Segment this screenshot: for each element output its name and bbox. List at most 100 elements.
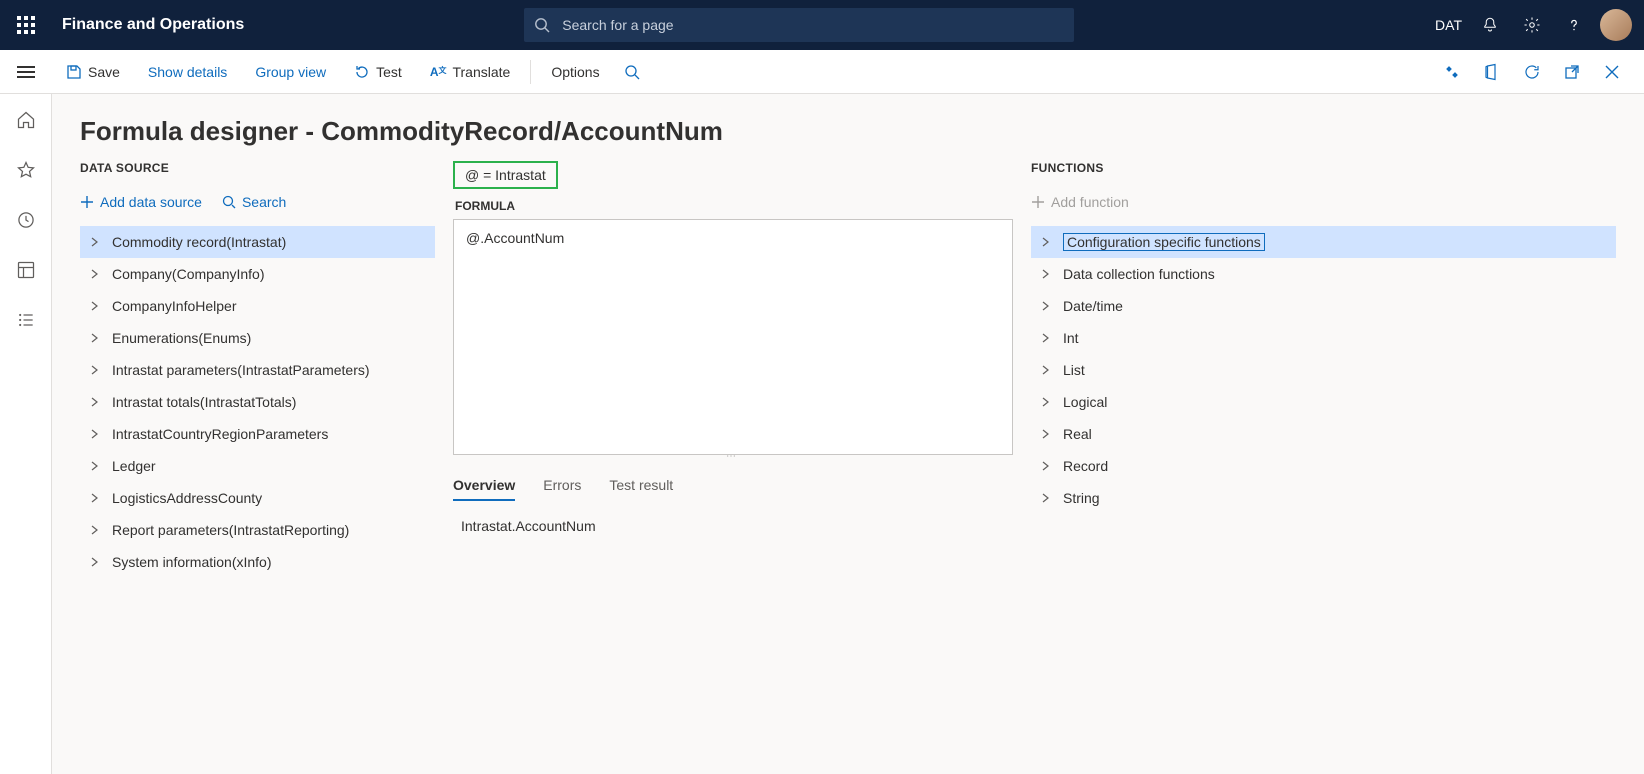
refresh-button[interactable]: [1514, 54, 1550, 90]
function-category-label: Logical: [1063, 394, 1107, 410]
add-datasource-button[interactable]: Add data source: [80, 194, 202, 210]
functions-toolbar: Add function: [1031, 189, 1616, 215]
translate-label: Translate: [452, 64, 510, 80]
function-category-item[interactable]: Real: [1031, 418, 1616, 450]
close-button[interactable]: [1594, 54, 1630, 90]
test-button[interactable]: Test: [340, 50, 416, 93]
expand-caret-icon: [90, 557, 100, 567]
rail-home[interactable]: [14, 108, 38, 132]
datasource-item[interactable]: System information(xInfo): [80, 546, 435, 578]
expand-caret-icon: [90, 461, 100, 471]
tab-errors-label: Errors: [543, 477, 581, 493]
datasource-item[interactable]: Enumerations(Enums): [80, 322, 435, 354]
group-view-label: Group view: [255, 64, 326, 80]
rail-modules[interactable]: [14, 308, 38, 332]
group-view-button[interactable]: Group view: [241, 50, 340, 93]
add-function-button: Add function: [1031, 194, 1129, 210]
function-category-label: Int: [1063, 330, 1079, 346]
result-tabs: Overview Errors Test result: [453, 477, 1013, 502]
user-avatar[interactable]: [1600, 9, 1632, 41]
add-function-label: Add function: [1051, 194, 1129, 210]
expand-caret-icon: [1041, 237, 1051, 247]
datasource-item[interactable]: Company(CompanyInfo): [80, 258, 435, 290]
find-button[interactable]: [614, 50, 650, 93]
datasource-item-label: Intrastat parameters(IntrastatParameters…: [112, 362, 370, 378]
expand-caret-icon: [90, 397, 100, 407]
waffle-icon: [17, 16, 35, 34]
command-bar: Save Show details Group view Test A文 Tra…: [0, 50, 1644, 94]
function-category-label: Record: [1063, 458, 1108, 474]
datasource-toolbar: Add data source Search: [80, 189, 435, 215]
rail-favorites[interactable]: [14, 158, 38, 182]
global-search-input[interactable]: [560, 16, 1064, 34]
question-icon: [1565, 16, 1583, 34]
home-icon: [16, 110, 36, 130]
function-category-label: List: [1063, 362, 1085, 378]
open-new-window-button[interactable]: [1554, 54, 1590, 90]
command-bar-right: [1434, 54, 1636, 90]
show-details-label: Show details: [148, 64, 227, 80]
datasource-item[interactable]: IntrastatCountryRegionParameters: [80, 418, 435, 450]
datasource-item[interactable]: Intrastat totals(IntrastatTotals): [80, 386, 435, 418]
tab-test-result[interactable]: Test result: [609, 477, 673, 501]
test-label: Test: [376, 64, 402, 80]
datasource-item[interactable]: CompanyInfoHelper: [80, 290, 435, 322]
settings-button[interactable]: [1512, 5, 1552, 45]
options-button[interactable]: Options: [537, 50, 613, 93]
rail-recent[interactable]: [14, 208, 38, 232]
function-category-item[interactable]: Int: [1031, 322, 1616, 354]
expand-caret-icon: [1041, 461, 1051, 471]
rail-workspaces[interactable]: [14, 258, 38, 282]
datasource-panel: DATA SOURCE Add data source Search Commo…: [80, 161, 435, 774]
plus-icon: [1031, 195, 1045, 209]
show-details-button[interactable]: Show details: [134, 50, 241, 93]
global-search[interactable]: [524, 8, 1074, 42]
tab-errors[interactable]: Errors: [543, 477, 581, 501]
nav-toggle-button[interactable]: [0, 50, 52, 93]
datasource-search-button[interactable]: Search: [222, 194, 286, 210]
expand-caret-icon: [1041, 269, 1051, 279]
formula-editor[interactable]: @.AccountNum: [453, 219, 1013, 455]
search-icon: [624, 64, 640, 80]
datasource-item-label: IntrastatCountryRegionParameters: [112, 426, 328, 442]
function-category-item[interactable]: Configuration specific functions: [1031, 226, 1616, 258]
help-button[interactable]: [1554, 5, 1594, 45]
formula-panel: @ = Intrastat FORMULA @.AccountNum ⋯ Ove…: [453, 161, 1013, 774]
datasource-item[interactable]: LogisticsAddressCounty: [80, 482, 435, 514]
popout-icon: [1564, 64, 1580, 80]
app-launcher-button[interactable]: [8, 7, 44, 43]
datasource-item-label: Report parameters(IntrastatReporting): [112, 522, 349, 538]
expand-caret-icon: [1041, 301, 1051, 311]
global-header: Finance and Operations DAT: [0, 0, 1644, 50]
function-category-item[interactable]: Data collection functions: [1031, 258, 1616, 290]
office-icon: [1483, 63, 1501, 81]
datasource-item[interactable]: Report parameters(IntrastatReporting): [80, 514, 435, 546]
formula-text: @.AccountNum: [466, 230, 564, 246]
datasource-item[interactable]: Intrastat parameters(IntrastatParameters…: [80, 354, 435, 386]
function-category-item[interactable]: Record: [1031, 450, 1616, 482]
function-category-item[interactable]: String: [1031, 482, 1616, 514]
tab-overview[interactable]: Overview: [453, 477, 515, 501]
formula-label: FORMULA: [455, 199, 1013, 213]
notifications-button[interactable]: [1470, 5, 1510, 45]
save-icon: [66, 64, 82, 80]
personalize-button[interactable]: [1434, 54, 1470, 90]
function-category-item[interactable]: List: [1031, 354, 1616, 386]
expand-caret-icon: [90, 493, 100, 503]
company-indicator[interactable]: DAT: [1435, 17, 1462, 33]
function-category-label: Real: [1063, 426, 1092, 442]
translate-button[interactable]: A文 Translate: [416, 50, 525, 93]
tab-overview-label: Overview: [453, 477, 515, 493]
datasource-item[interactable]: Commodity record(Intrastat): [80, 226, 435, 258]
function-category-item[interactable]: Date/time: [1031, 290, 1616, 322]
function-category-item[interactable]: Logical: [1031, 386, 1616, 418]
refresh-icon: [1523, 63, 1541, 81]
save-button[interactable]: Save: [52, 50, 134, 93]
overview-value: Intrastat.AccountNum: [461, 518, 1013, 534]
datasource-item[interactable]: Ledger: [80, 450, 435, 482]
page-title: Formula designer - CommodityRecord/Accou…: [80, 116, 1616, 147]
functions-tree: Configuration specific functionsData col…: [1031, 225, 1616, 514]
diamond-icon: [1444, 64, 1460, 80]
office-button[interactable]: [1474, 54, 1510, 90]
resize-handle[interactable]: ⋯: [453, 455, 1013, 463]
